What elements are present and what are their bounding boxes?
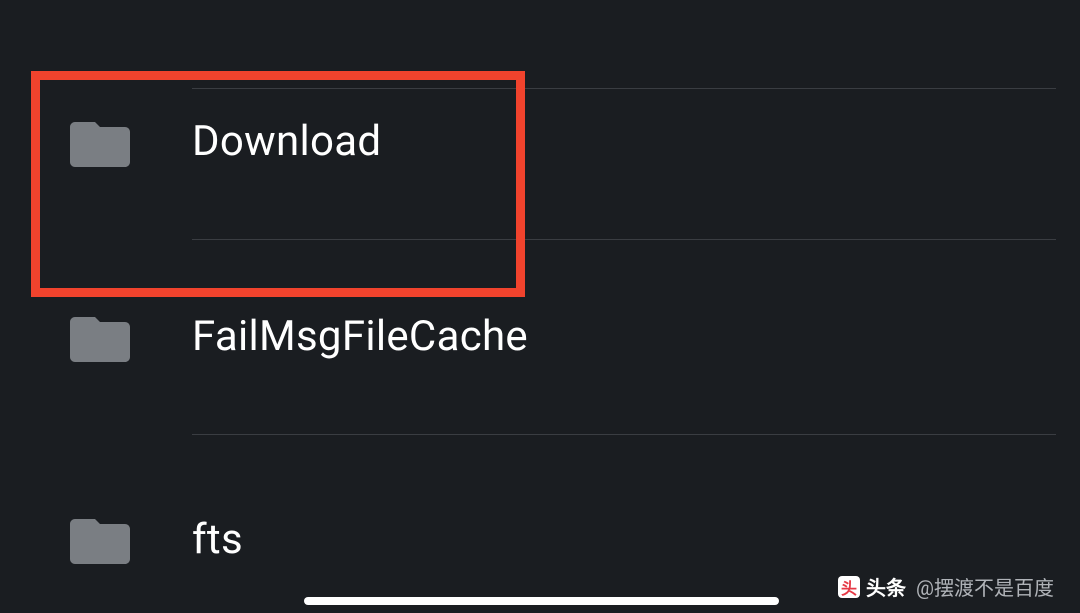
folder-icon: [68, 117, 132, 167]
watermark-brand: 头条: [866, 572, 906, 601]
folder-item-failmsgfilecache[interactable]: FailMsgFileCache: [0, 239, 1080, 434]
folder-item-fts[interactable]: fts: [0, 434, 1080, 569]
folder-label: FailMsgFileCache: [192, 312, 528, 361]
scroll-indicator[interactable]: [304, 597, 779, 605]
watermark: 头 头条 @摆渡不是百度: [838, 572, 1054, 601]
divider: [192, 239, 1056, 240]
file-browser-container: Download FailMsgFileCache fts 头 头条 @摆渡不是…: [0, 44, 1080, 613]
divider: [192, 434, 1056, 435]
divider: [192, 88, 1056, 89]
folder-item-download[interactable]: Download: [0, 44, 1080, 239]
folder-icon: [68, 312, 132, 362]
toutiao-icon: 头: [838, 576, 860, 598]
folder-label: fts: [192, 515, 243, 564]
watermark-user: @摆渡不是百度: [916, 572, 1054, 601]
folder-icon: [68, 514, 132, 564]
folder-label: Download: [192, 117, 381, 166]
